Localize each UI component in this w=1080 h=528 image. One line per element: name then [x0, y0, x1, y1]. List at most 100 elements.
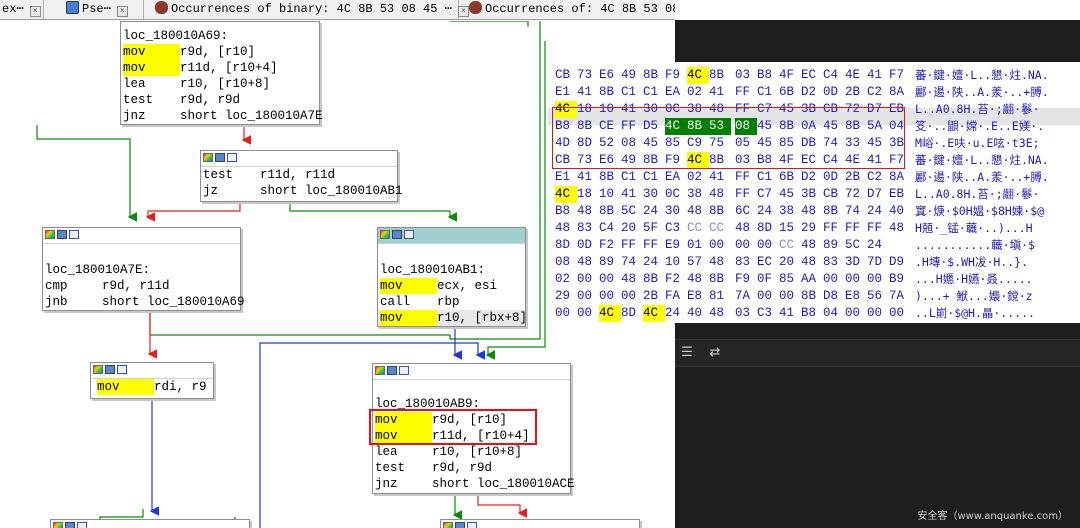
hex-byte[interactable]: 83 [823, 254, 845, 271]
hex-byte[interactable]: 4C [687, 67, 709, 84]
hex-byte[interactable]: C2 [867, 84, 889, 101]
hex-row[interactable]: B8 48 8B 5C 24 30 48 8B 6C 24 38 48 8B 74 24 40 窴·焿·$0H媪… [548, 203, 1080, 220]
hex-byte[interactable]: 8B [599, 84, 621, 101]
asm-line[interactable]: test r9d, r9d [373, 460, 570, 476]
hex-byte[interactable]: FF [621, 237, 643, 254]
color-icon[interactable] [203, 153, 213, 162]
hex-byte[interactable]: 40 [687, 305, 709, 322]
hex-row[interactable]: 48 83 C4 20 5F C3 CC CC 48 8D 15 29 FF FF FF 48 H兡·_锰·蘵·… [548, 220, 1080, 237]
hex-byte[interactable]: E6 [599, 67, 621, 84]
hex-byte[interactable]: 41 [621, 186, 643, 203]
hex-byte[interactable]: 00 [599, 271, 621, 288]
hex-byte[interactable]: 18 [577, 186, 599, 203]
hex-byte[interactable]: B8 [757, 67, 779, 84]
hex-byte[interactable]: 41 [709, 84, 731, 101]
hex-byte[interactable]: 4C [643, 305, 665, 322]
hex-byte[interactable]: 7D [867, 254, 889, 271]
hex-byte[interactable]: EA [665, 84, 687, 101]
hex-byte[interactable]: 8D [621, 305, 643, 322]
hex-byte[interactable]: 2B [643, 288, 665, 305]
group-icon[interactable] [399, 366, 409, 375]
hex-byte[interactable]: 04 [823, 305, 845, 322]
hex-byte[interactable]: 8A [889, 84, 911, 101]
hex-byte[interactable]: C1 [643, 169, 665, 186]
asm-line[interactable]: mov r10, [rbx+8] [378, 310, 527, 326]
close-icon[interactable]: × [116, 6, 128, 17]
hex-ascii[interactable]: ...H嬺·H嬿·叒..... [915, 271, 1033, 288]
hex-byte[interactable]: 3B [801, 186, 823, 203]
hex-byte[interactable]: 08 [555, 254, 577, 271]
hex-byte[interactable]: 10 [665, 254, 687, 271]
hex-byte[interactable]: FF [845, 220, 867, 237]
tab-pseudocode[interactable]: Pse⋯ × [64, 0, 144, 19]
hex-byte[interactable]: FA [665, 288, 687, 305]
group-icon[interactable] [467, 522, 477, 528]
hex-byte[interactable]: C3 [757, 305, 779, 322]
hex-byte[interactable]: 48 [599, 322, 621, 323]
hex-ascii[interactable]: L..A0.8H.苔·;翽·鬖· [915, 101, 1040, 118]
hex-byte[interactable]: F9 [735, 271, 757, 288]
asm-line[interactable]: test r9d, r9d [121, 92, 319, 108]
hex-byte[interactable]: F9 [665, 67, 687, 84]
hex-row[interactable]: 4C 18 10 41 30 0C 38 48 FF C7 45 3B CB 72 D7 EB L..A0.8H… [548, 186, 1080, 203]
hex-byte[interactable]: B8 [555, 203, 577, 220]
asm-line[interactable]: jnb short loc_180010A69 [43, 294, 245, 310]
hex-byte[interactable]: C1 [757, 169, 779, 186]
asm-line[interactable]: jnz short loc_180010ACE [373, 476, 575, 492]
hex-byte[interactable]: 00 [779, 288, 801, 305]
group-icon[interactable] [117, 365, 127, 374]
hex-byte[interactable]: 48 [577, 254, 599, 271]
hex-byte[interactable]: 48 [801, 203, 823, 220]
hex-byte[interactable]: 83 [577, 220, 599, 237]
hex-byte[interactable]: C4 [599, 220, 621, 237]
hex-byte[interactable]: 00 [867, 271, 889, 288]
hex-byte[interactable]: EB [889, 186, 911, 203]
hex-byte[interactable]: 00 [577, 288, 599, 305]
graph-node-mov-rdi[interactable]: mov rdi, r9 [90, 362, 214, 399]
graph-icon[interactable] [215, 153, 225, 162]
hex-byte[interactable]: CB [555, 67, 577, 84]
graph-node-partial[interactable] [440, 519, 640, 528]
group-icon[interactable] [77, 522, 87, 528]
hex-byte[interactable]: 8B [709, 203, 731, 220]
hex-ascii[interactable]: ..L崱·$@H.瞐·..... [915, 305, 1035, 322]
hex-byte[interactable]: 00 [735, 237, 757, 254]
hex-byte[interactable]: 02 [555, 271, 577, 288]
graph-icon[interactable] [387, 366, 397, 375]
hex-byte[interactable]: FF [867, 220, 889, 237]
hex-byte[interactable]: 48 [687, 271, 709, 288]
list-icon[interactable]: ☰ [680, 346, 694, 360]
hex-byte[interactable]: 29 [801, 220, 823, 237]
hex-byte[interactable]: 00 [577, 271, 599, 288]
hex-byte[interactable]: 29 [555, 288, 577, 305]
hex-byte[interactable]: 41 [577, 84, 599, 101]
hex-byte[interactable]: E1 [555, 84, 577, 101]
hex-byte[interactable]: 02 [687, 169, 709, 186]
hex-byte[interactable]: 8B [643, 271, 665, 288]
group-icon[interactable] [404, 230, 414, 239]
hex-byte[interactable]: 8B [599, 203, 621, 220]
hex-row[interactable]: 08 48 89 74 24 10 57 48 83 EC 20 48 83 3D 7D D9 .H塼·$.WH… [548, 254, 1080, 271]
hex-byte[interactable]: E8 [845, 288, 867, 305]
hex-byte[interactable]: C8 [643, 322, 665, 323]
graph-icon[interactable] [65, 522, 75, 528]
graph-node-partial[interactable] [50, 519, 250, 528]
hex-ascii[interactable]: 笅·..鼰·嫦·.E..E媄·. [915, 118, 1044, 135]
hex-byte[interactable]: CB [823, 186, 845, 203]
hex-byte[interactable]: FF [735, 84, 757, 101]
hex-byte[interactable]: 00 [845, 271, 867, 288]
hex-byte[interactable]: E8 [687, 288, 709, 305]
hex-byte[interactable]: CC [687, 220, 709, 237]
hex-ascii[interactable]: 酈·逿·陕..A.羕·..+膊. [915, 84, 1049, 101]
sync-icon[interactable]: ⇄ [708, 346, 722, 360]
hex-byte[interactable]: 48 [801, 254, 823, 271]
hex-byte[interactable]: D2 [801, 84, 823, 101]
hex-byte[interactable]: F7 [889, 67, 911, 84]
hex-byte[interactable]: 00 [577, 305, 599, 322]
hex-byte[interactable]: 48 [709, 186, 731, 203]
hex-byte[interactable]: 48 [801, 237, 823, 254]
hex-byte[interactable]: 72 [845, 186, 867, 203]
hex-byte[interactable]: 10 [599, 186, 621, 203]
hex-byte[interactable]: 24 [643, 203, 665, 220]
hex-byte[interactable]: 30 [643, 186, 665, 203]
